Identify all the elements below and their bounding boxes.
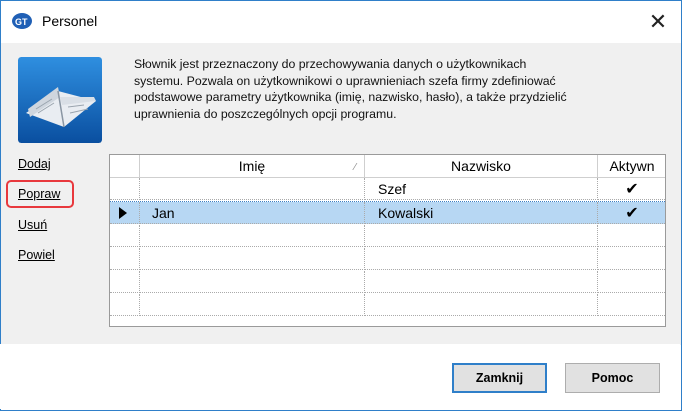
- empty-cell[interactable]: [140, 294, 365, 316]
- sort-icon: ⁄: [354, 162, 356, 173]
- row-indicator-cell: [110, 248, 140, 270]
- empty-cell[interactable]: [598, 271, 665, 293]
- empty-cell[interactable]: [598, 294, 665, 316]
- column-header-label: Nazwisko: [451, 158, 511, 174]
- last-name-cell[interactable]: Kowalski: [365, 202, 598, 224]
- empty-cell[interactable]: [140, 248, 365, 270]
- help-button[interactable]: Pomoc: [565, 363, 660, 393]
- row-indicator-cell: [110, 225, 140, 247]
- active-checkmark-icon[interactable]: ✔: [598, 178, 665, 200]
- edit-link[interactable]: Popraw: [18, 187, 60, 201]
- table-row[interactable]: Jan Kowalski ✔: [110, 201, 665, 224]
- description-text: Słownik jest przeznaczony do przechowywa…: [134, 57, 567, 121]
- table-row[interactable]: Szef ✔: [110, 178, 665, 200]
- app-logo-icon: GT: [12, 13, 32, 29]
- column-header-label: Aktywn: [609, 158, 655, 174]
- table-row[interactable]: [110, 294, 665, 316]
- empty-cell[interactable]: [365, 248, 598, 270]
- column-header-first-name[interactable]: Imię ⁄: [140, 155, 365, 177]
- empty-cell[interactable]: [365, 294, 598, 316]
- row-indicator-cell: [110, 271, 140, 293]
- first-name-cell[interactable]: Jan: [140, 202, 365, 224]
- table-row[interactable]: [110, 225, 665, 247]
- dictionary-book-icon: [18, 57, 102, 143]
- close-button[interactable]: Zamknij: [452, 363, 547, 393]
- active-checkmark-icon[interactable]: ✔: [598, 202, 665, 224]
- window-title: Personel: [42, 13, 98, 29]
- row-indicator-cell: [110, 294, 140, 316]
- table-row[interactable]: [110, 271, 665, 293]
- empty-cell[interactable]: [365, 271, 598, 293]
- empty-cell[interactable]: [140, 271, 365, 293]
- column-header-last-name[interactable]: Nazwisko: [365, 155, 598, 177]
- empty-cell[interactable]: [598, 248, 665, 270]
- current-row-arrow-icon: [119, 207, 127, 219]
- title-bar: GT Personel ✕: [1, 1, 681, 43]
- table-header: Imię ⁄ Nazwisko Aktywn: [110, 155, 665, 178]
- svg-text:GT: GT: [15, 17, 28, 27]
- row-indicator-cell: [110, 178, 140, 200]
- empty-cell[interactable]: [140, 225, 365, 247]
- empty-cell[interactable]: [365, 225, 598, 247]
- first-name-cell[interactable]: [140, 178, 365, 200]
- users-table[interactable]: Imię ⁄ Nazwisko Aktywn Szef ✔ Jan Kowals…: [109, 154, 666, 327]
- duplicate-link[interactable]: Powiel: [18, 248, 55, 262]
- add-link[interactable]: Dodaj: [18, 157, 51, 171]
- header-indicator-cell: [110, 155, 140, 177]
- column-header-active[interactable]: Aktywn: [598, 155, 665, 177]
- delete-link[interactable]: Usuń: [18, 218, 47, 232]
- empty-cell[interactable]: [598, 225, 665, 247]
- row-indicator-cell: [110, 202, 140, 224]
- last-name-cell[interactable]: Szef: [365, 178, 598, 200]
- column-header-label: Imię: [238, 158, 266, 174]
- close-icon[interactable]: ✕: [643, 7, 673, 37]
- table-row[interactable]: [110, 248, 665, 270]
